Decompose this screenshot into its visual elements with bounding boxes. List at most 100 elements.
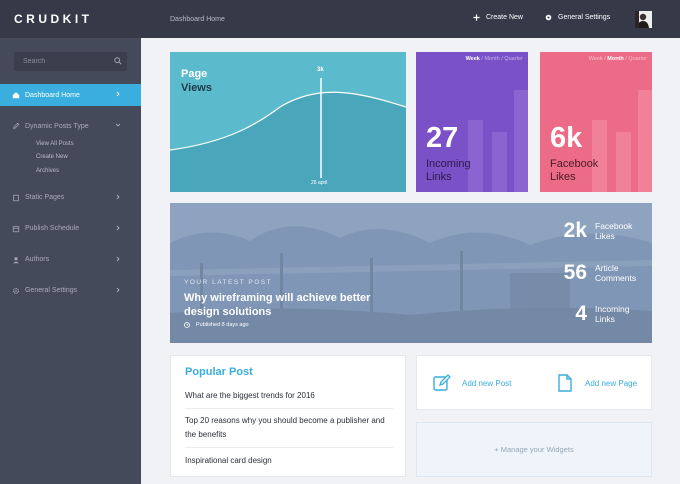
breadcrumb[interactable]: Dashboard Home — [170, 16, 225, 23]
facebook-likes-card: Week / Month / Quarter 6k Facebook Likes — [540, 52, 652, 192]
bar — [514, 90, 528, 192]
facebook-likes-value: 6k — [550, 122, 583, 154]
sidebar-item-static-pages[interactable]: Static Pages — [0, 187, 141, 209]
search-icon[interactable] — [114, 57, 122, 65]
period-week[interactable]: Week — [589, 56, 603, 62]
add-new-page-label: Add new Page — [585, 378, 638, 388]
bar — [492, 132, 507, 192]
sidebar-item-label: Authors — [25, 256, 50, 263]
quick-actions-card: Add new Post Add new Page — [416, 355, 652, 410]
search-box — [14, 52, 127, 71]
popular-post-item[interactable]: Top 20 reasons why you should become a p… — [185, 414, 393, 441]
chevron-right-icon — [116, 287, 120, 292]
post-stat-label-line2: Likes — [595, 231, 615, 241]
clock-icon — [184, 322, 190, 328]
create-new-button[interactable]: Create New — [473, 14, 523, 21]
edit-post-icon — [433, 374, 451, 391]
sidebar-item-label: Publish Schedule — [25, 225, 80, 232]
manage-widgets-button[interactable]: + Manage your Widgets — [416, 422, 652, 477]
post-stat-facebook-likes: 2k Facebook Likes — [548, 219, 652, 243]
page-icon — [558, 374, 572, 392]
incoming-links-card: Week / Month / Quarter 27 Incoming Links — [416, 52, 528, 192]
post-stat-article-comments: 56 Article Comments — [548, 261, 652, 285]
search-input[interactable] — [23, 58, 113, 65]
general-settings-label: General Settings — [558, 14, 611, 21]
page-views-area — [170, 92, 406, 192]
chevron-right-icon — [116, 256, 120, 261]
peak-value-label: 3k — [317, 67, 324, 73]
sidebar-item-label: General Settings — [25, 287, 78, 294]
sidebar-item-label: Dashboard Home — [25, 91, 80, 99]
facebook-likes-label-line2: Likes — [550, 171, 576, 183]
gear-icon — [545, 14, 552, 21]
period-switch: Week / Month / Quarter — [588, 56, 647, 62]
add-new-post-button[interactable]: Add new Post — [432, 373, 511, 393]
period-quarter[interactable]: Quarter — [504, 56, 523, 62]
incoming-links-label-line1: Incoming — [426, 158, 471, 170]
calendar-icon — [12, 225, 20, 232]
popular-post-item[interactable]: What are the biggest trends for 2016 — [185, 389, 393, 403]
page-views-title-line1: Page — [181, 68, 208, 80]
bar — [616, 132, 631, 192]
chevron-right-icon — [116, 91, 120, 97]
plus-icon — [473, 14, 480, 21]
user-icon — [13, 256, 19, 263]
avatar[interactable] — [635, 11, 652, 28]
divider — [185, 447, 393, 448]
gear-icon — [13, 287, 19, 294]
period-week[interactable]: Week — [466, 56, 480, 62]
general-settings-button[interactable]: General Settings — [545, 14, 610, 21]
post-stat-label-line2: Links — [595, 314, 615, 324]
popular-post-card: Popular Post What are the biggest trends… — [170, 355, 406, 477]
sidebar-item-authors[interactable]: Authors — [0, 249, 141, 271]
sidebar-item-publish-schedule[interactable]: Publish Schedule — [0, 218, 141, 240]
post-stat-incoming-links: 4 Incoming Links — [548, 302, 652, 326]
period-month[interactable]: Month — [484, 56, 499, 62]
bar — [638, 90, 652, 192]
post-stat-label-line1: Incoming — [595, 303, 630, 314]
period-quarter[interactable]: Quarter — [628, 56, 647, 62]
sidebar-item-dynamic-posts-type[interactable]: Dynamic Posts Type — [0, 115, 141, 137]
sidebar-item-label: Static Pages — [25, 194, 65, 201]
page-views-card: Page Views 3k 26 april — [170, 52, 406, 192]
post-stat-value: 2k — [563, 219, 587, 242]
add-new-page-button[interactable]: Add new Page — [555, 373, 637, 393]
period-switch: Week / Month / Quarter — [465, 56, 523, 62]
popular-post-heading: Popular Post — [185, 366, 253, 378]
post-stat-label-line1: Facebook — [595, 220, 633, 231]
incoming-links-label-line2: Links — [426, 171, 452, 183]
incoming-links-label: Incoming Links — [426, 158, 471, 184]
post-title[interactable]: Why wireframing will achieve better desi… — [184, 291, 404, 319]
facebook-likes-label: Facebook Likes — [550, 158, 598, 184]
sidebar-subitem-create-new[interactable]: Create New — [0, 151, 141, 165]
chevron-right-icon — [116, 194, 120, 199]
post-stat-label-line1: Article — [595, 262, 619, 273]
chevron-right-icon — [116, 225, 120, 230]
chevron-down-icon — [115, 123, 121, 127]
sidebar-item-general-settings[interactable]: General Settings — [0, 280, 141, 302]
sidebar-item-dashboard-home[interactable]: Dashboard Home — [0, 84, 141, 106]
divider — [185, 408, 393, 409]
post-published: Published 8 days ago — [184, 322, 249, 328]
incoming-links-value: 27 — [426, 122, 459, 154]
post-stat-label: Incoming Links — [595, 304, 652, 325]
post-published-text: Published 8 days ago — [196, 322, 249, 328]
post-stat-value: 4 — [575, 302, 587, 325]
facebook-likes-label-line1: Facebook — [550, 158, 599, 170]
sidebar-subitem-archives[interactable]: Archives — [0, 164, 141, 178]
page-views-title: Page Views — [181, 68, 212, 95]
peak-date-label: 26 april — [311, 180, 328, 186]
popular-post-item[interactable]: Inspirational card design — [185, 454, 393, 468]
create-new-label: Create New — [486, 14, 523, 21]
home-icon — [12, 92, 20, 99]
page-views-title-line2: Views — [181, 81, 212, 94]
sidebar-nav: Dashboard Home Dynamic Posts Type View A… — [0, 84, 141, 302]
sidebar: CRUDKIT Dashboard Home Dynamic Posts Typ… — [0, 0, 141, 484]
post-stat-value: 56 — [563, 261, 587, 284]
period-month[interactable]: Month — [607, 56, 624, 62]
sidebar-subitem-view-all-posts[interactable]: View All Posts — [0, 137, 141, 151]
post-stat-label-line2: Comments — [595, 273, 637, 283]
add-new-post-label: Add new Post — [462, 378, 512, 388]
latest-post-card[interactable]: YOUR LATEST POST Why wireframing will ac… — [170, 203, 652, 343]
user-avatar-icon — [635, 11, 652, 28]
